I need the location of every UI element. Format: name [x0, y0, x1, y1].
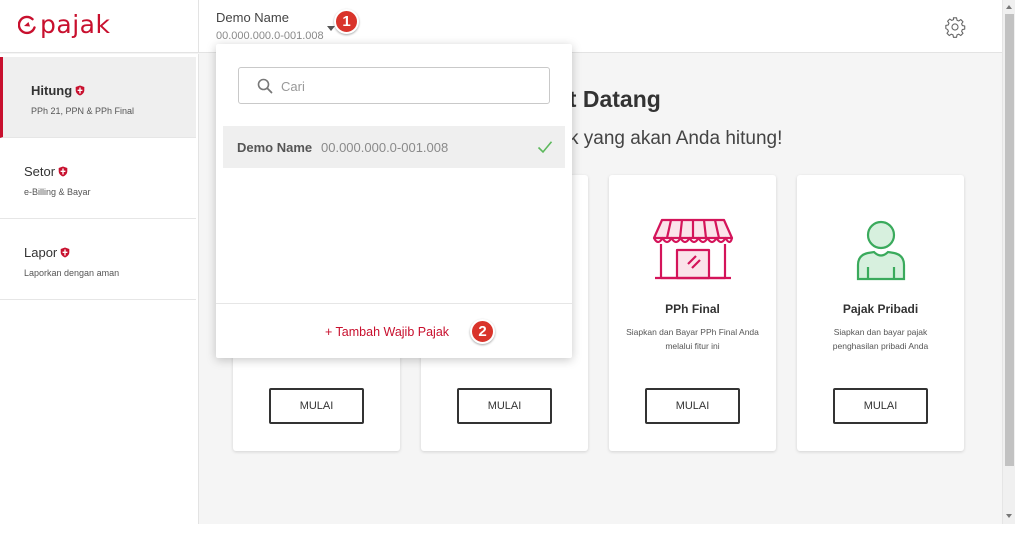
option-npwp: 00.000.000.0-001.008 [321, 140, 449, 155]
scroll-down-arrow-icon[interactable] [1006, 514, 1012, 518]
sidebar-item-sublabel: Laporkan dengan aman [24, 268, 120, 278]
callout-badge: 1 [334, 9, 359, 34]
logo-text: pajak [40, 10, 111, 39]
shield-icon [60, 247, 70, 258]
welcome-subtitle: k yang akan Anda hitung! [569, 128, 783, 149]
account-option[interactable]: Demo Name 00.000.000.0-001.008 [223, 126, 565, 168]
sidebar-item-setor[interactable]: Setor e-Billing & Bayar [0, 138, 196, 219]
sidebar-item-label: Setor [24, 164, 56, 179]
card-title: PPh Final [665, 302, 720, 316]
card-title: Pajak Pribadi [842, 302, 919, 316]
storefront-icon [609, 216, 776, 282]
dropdown-divider [216, 303, 572, 304]
sidebar-item-title: Hitung [31, 83, 85, 98]
sidebar-item-title: Setor [24, 164, 68, 179]
mulai-button[interactable]: MULAI [457, 388, 552, 424]
scroll-up-arrow-icon[interactable] [1006, 5, 1012, 9]
shield-icon [75, 85, 85, 96]
window-bottom-edge [0, 524, 1024, 534]
logo-area: pajak [0, 0, 199, 53]
account-dropdown: Demo Name 00.000.000.0-001.008 + Tambah … [216, 44, 572, 358]
vertical-scrollbar[interactable] [1002, 0, 1015, 524]
sidebar-item-title: Lapor [24, 245, 70, 260]
callout-badge: 2 [470, 319, 495, 344]
caret-down-icon[interactable] [327, 26, 335, 31]
logo-mark-icon [18, 15, 36, 34]
mulai-button[interactable]: MULAI [269, 388, 364, 424]
search-input[interactable] [281, 76, 536, 96]
account-switcher[interactable]: Demo Name 00.000.000.0-001.008 [216, 10, 324, 42]
search-icon [257, 78, 273, 94]
option-name: Demo Name [237, 140, 313, 155]
card-desc: Siapkan dan bayar pajak penghasilan prib… [832, 327, 929, 351]
sidebar-item-sublabel: PPh 21, PPN & PPh Final [31, 106, 135, 116]
scrollbar-thumb[interactable] [1005, 14, 1014, 466]
pajak-logo[interactable]: pajak [18, 12, 110, 37]
add-taxpayer-link[interactable]: + Tambah Wajib Pajak [325, 325, 449, 339]
shield-icon [58, 166, 68, 177]
sidebar-item-hitung[interactable]: Hitung PPh 21, PPN & PPh Final [0, 57, 196, 138]
mulai-button[interactable]: MULAI [645, 388, 740, 424]
sidebar: Hitung PPh 21, PPN & PPh Final Setor e-B… [0, 54, 199, 524]
card-pph-final: PPh Final Siapkan dan Bayar PPh Final An… [609, 175, 776, 451]
person-icon [797, 217, 964, 281]
check-icon [537, 141, 553, 154]
card-desc: Siapkan dan Bayar PPh Final Anda melalui… [626, 327, 759, 351]
sidebar-item-label: Lapor [24, 245, 58, 260]
card-pajak-pribadi: Pajak Pribadi Siapkan dan bayar pajak pe… [797, 175, 964, 451]
app-window: pajak Demo Name 00.000.000.0-001.008 Hit… [0, 0, 1002, 524]
sidebar-item-lapor[interactable]: Lapor Laporkan dengan aman [0, 219, 196, 300]
search-box[interactable] [238, 67, 550, 104]
mulai-button[interactable]: MULAI [833, 388, 928, 424]
sidebar-item-sublabel: e-Billing & Bayar [24, 187, 91, 197]
gear-icon[interactable] [944, 16, 966, 38]
account-name: Demo Name [216, 10, 289, 25]
account-npwp: 00.000.000.0-001.008 [216, 30, 324, 42]
sidebar-item-label: Hitung [31, 83, 73, 98]
